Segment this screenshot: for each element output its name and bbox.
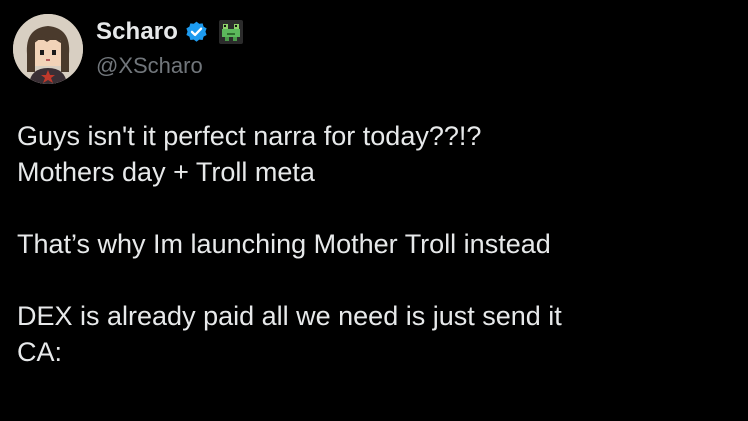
tweet-text: Guys isn't it perfect narra for today??!… xyxy=(17,118,737,370)
user-handle[interactable]: @XScharo xyxy=(96,53,243,79)
avatar[interactable] xyxy=(13,14,83,84)
name-row: Scharo xyxy=(96,15,243,49)
tweet-text-line: Guys isn't it perfect narra for today??!… xyxy=(17,121,482,151)
avatar-image xyxy=(13,14,83,84)
tweet-text-line: That’s why Im launching Mother Troll ins… xyxy=(17,229,551,259)
frog-icon[interactable] xyxy=(218,20,243,44)
tweet-text-line: Mothers day + Troll meta xyxy=(17,157,315,187)
display-name[interactable]: Scharo xyxy=(96,18,178,46)
tweet-text-line: DEX is already paid all we need is just … xyxy=(17,301,562,331)
verified-badge-icon[interactable] xyxy=(184,20,209,45)
tweet: Scharo @XScharo Guys isn't it perfect na… xyxy=(0,0,748,421)
tweet-text-line: CA: xyxy=(17,337,63,367)
tweet-header: Scharo @XScharo xyxy=(96,15,243,79)
